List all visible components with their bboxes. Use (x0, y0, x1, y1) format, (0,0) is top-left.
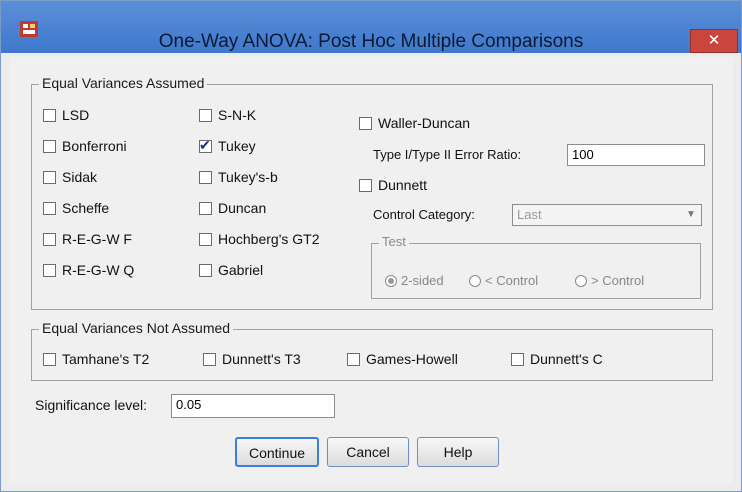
cancel-button[interactable]: Cancel (327, 437, 409, 467)
games-howell-label: Games-Howell (366, 351, 458, 367)
lsd-label: LSD (62, 107, 90, 123)
radio-less-control[interactable]: < Control (469, 273, 538, 288)
duncan-checkbox[interactable]: Duncan (199, 200, 266, 216)
gabriel-label: Gabriel (218, 262, 264, 278)
continue-button[interactable]: Continue (235, 437, 319, 467)
waller-duncan-box[interactable] (359, 116, 372, 130)
radio-2-sided-button[interactable] (385, 274, 397, 287)
error-ratio-input[interactable]: 100 (567, 144, 705, 166)
s-n-k-box[interactable] (199, 108, 212, 122)
unequal-variances-legend: Equal Variances Not Assumed (39, 320, 234, 336)
test-group (371, 243, 701, 299)
tamhane-s-t2-box[interactable] (43, 352, 56, 366)
radio-2-sided[interactable]: 2-sided (385, 273, 444, 288)
tukey-s-b-label: Tukey's-b (218, 169, 278, 185)
equal-variances-legend: Equal Variances Assumed (39, 75, 208, 91)
radio-greater-control[interactable]: > Control (575, 273, 644, 288)
tukey-checkbox[interactable]: Tukey (199, 137, 256, 154)
hochberg-s-gt2-label: Hochberg's GT2 (218, 231, 320, 247)
radio-greater-control-button[interactable] (575, 274, 587, 287)
significance-input[interactable]: 0.05 (171, 394, 335, 418)
bonferroni-label: Bonferroni (62, 138, 127, 154)
lsd-checkbox[interactable]: LSD (43, 107, 89, 123)
r-e-g-w-f-box[interactable] (43, 232, 56, 246)
significance-label: Significance level: (35, 397, 148, 413)
dunnett-s-c-label: Dunnett's C (530, 351, 603, 367)
games-howell-checkbox[interactable]: Games-Howell (347, 351, 458, 367)
bonferroni-checkbox[interactable]: Bonferroni (43, 138, 127, 154)
radio-less-control-button[interactable] (469, 274, 481, 287)
s-n-k-label: S-N-K (218, 107, 257, 123)
dunnett-checkbox[interactable]: Dunnett (359, 177, 427, 193)
dunnett-s-c-checkbox[interactable]: Dunnett's C (511, 351, 603, 367)
gabriel-checkbox[interactable]: Gabriel (199, 262, 263, 278)
r-e-g-w-f-checkbox[interactable]: R-E-G-W F (43, 231, 132, 247)
games-howell-box[interactable] (347, 352, 360, 366)
help-button[interactable]: Help (417, 437, 499, 467)
error-ratio-label: Type I/Type II Error Ratio: (373, 147, 522, 162)
scheffe-label: Scheffe (62, 200, 110, 216)
dialog-window: One-Way ANOVA: Post Hoc Multiple Compari… (0, 0, 742, 492)
tukey-s-b-box[interactable] (199, 170, 212, 184)
sidak-box[interactable] (43, 170, 56, 184)
close-button[interactable]: ✕ (690, 29, 738, 53)
sidak-label: Sidak (62, 169, 98, 185)
r-e-g-w-q-checkbox[interactable]: R-E-G-W Q (43, 262, 134, 278)
title-bar[interactable]: One-Way ANOVA: Post Hoc Multiple Compari… (1, 1, 741, 53)
r-e-g-w-f-label: R-E-G-W F (62, 231, 132, 247)
control-category-value: Last (517, 207, 542, 222)
tamhane-s-t2-checkbox[interactable]: Tamhane's T2 (43, 351, 149, 367)
tukey-box[interactable] (199, 137, 212, 154)
radio-greater-control-label: > Control (591, 273, 645, 288)
s-n-k-checkbox[interactable]: S-N-K (199, 107, 256, 123)
radio-less-control-label: < Control (485, 273, 539, 288)
hochberg-s-gt2-box[interactable] (199, 232, 212, 246)
sidak-checkbox[interactable]: Sidak (43, 169, 97, 185)
control-category-label: Control Category: (373, 207, 475, 222)
dunnett-s-t3-checkbox[interactable]: Dunnett's T3 (203, 351, 301, 367)
tukey-label: Tukey (218, 138, 256, 154)
dialog-body: Equal Variances Assumed Waller-Duncan Ty… (9, 57, 733, 485)
window-title: One-Way ANOVA: Post Hoc Multiple Compari… (158, 31, 584, 52)
dunnett-s-t3-label: Dunnett's T3 (222, 351, 301, 367)
duncan-label: Duncan (218, 200, 267, 216)
r-e-g-w-q-label: R-E-G-W Q (62, 262, 135, 278)
bonferroni-box[interactable] (43, 139, 56, 153)
waller-duncan-checkbox[interactable]: Waller-Duncan (359, 115, 470, 131)
hochberg-s-gt2-checkbox[interactable]: Hochberg's GT2 (199, 231, 320, 247)
r-e-g-w-q-box[interactable] (43, 263, 56, 277)
control-category-select[interactable]: Last ▼ (512, 204, 702, 226)
chevron-down-icon[interactable]: ▼ (683, 207, 699, 223)
tamhane-s-t2-label: Tamhane's T2 (62, 351, 150, 367)
duncan-box[interactable] (199, 201, 212, 215)
radio-2-sided-label: 2-sided (401, 273, 444, 288)
waller-duncan-label: Waller-Duncan (378, 115, 471, 131)
dunnett-s-c-box[interactable] (511, 352, 524, 366)
lsd-box[interactable] (43, 108, 56, 122)
dunnett-s-t3-box[interactable] (203, 352, 216, 366)
scheffe-box[interactable] (43, 201, 56, 215)
dunnett-label: Dunnett (378, 177, 428, 193)
gabriel-box[interactable] (199, 263, 212, 277)
test-legend: Test (379, 234, 409, 249)
dunnett-box[interactable] (359, 178, 372, 192)
scheffe-checkbox[interactable]: Scheffe (43, 200, 109, 216)
tukey-s-b-checkbox[interactable]: Tukey's-b (199, 169, 278, 185)
